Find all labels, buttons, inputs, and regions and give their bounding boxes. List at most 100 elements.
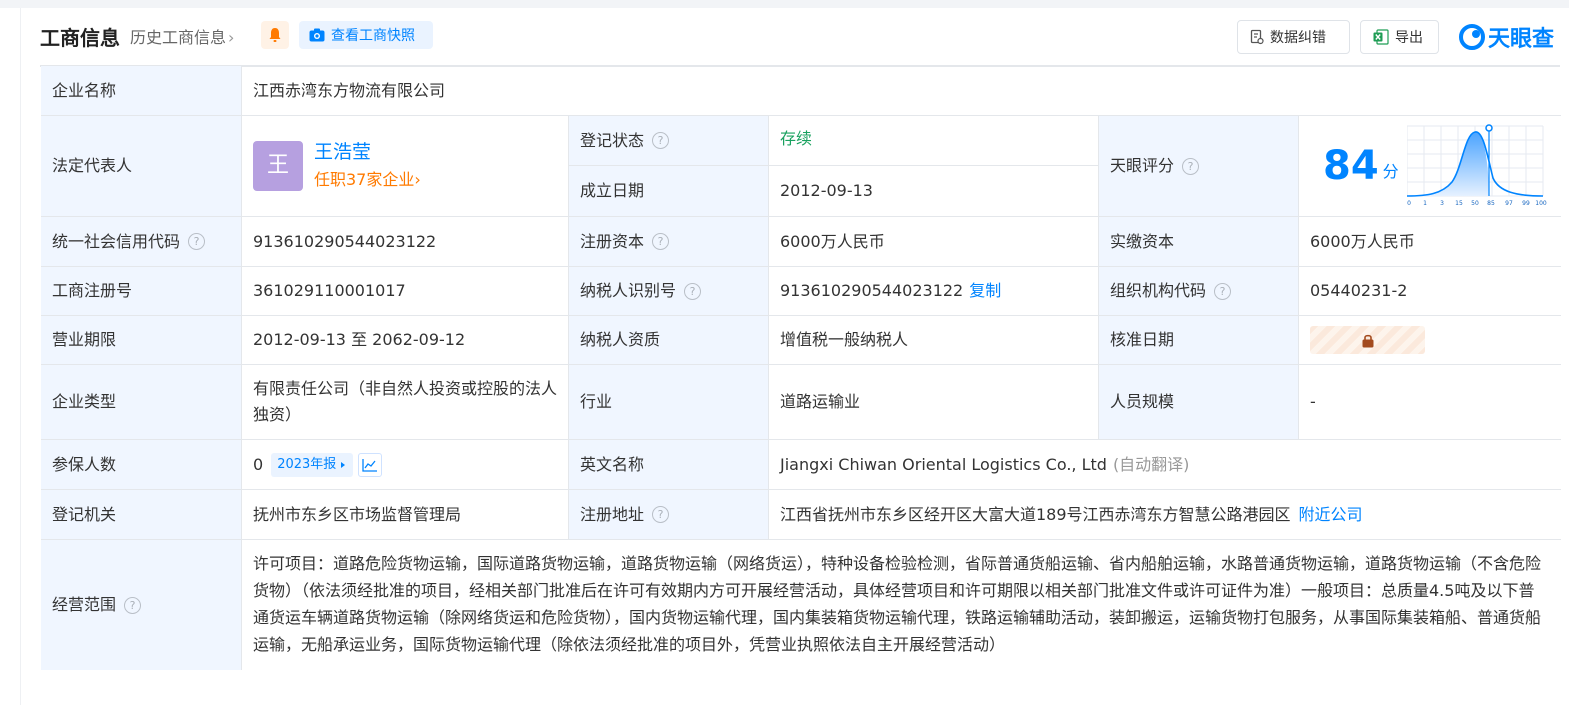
paid-capital: 6000万人民币 bbox=[1299, 217, 1561, 267]
label-paid-capital: 实缴资本 bbox=[1099, 217, 1299, 267]
lock-icon bbox=[1362, 334, 1373, 347]
help-icon[interactable]: ? bbox=[652, 233, 670, 250]
snapshot-label: 查看工商快照 bbox=[331, 28, 415, 44]
label-biz-scope: 经营范围? bbox=[41, 540, 242, 670]
score-axis-tick: 3 bbox=[1440, 200, 1444, 207]
staff-size: - bbox=[1299, 365, 1561, 440]
insured-count: 0 bbox=[253, 454, 264, 474]
label-org-code: 组织机构代码? bbox=[1099, 267, 1299, 316]
label-est-date: 成立日期 bbox=[569, 166, 769, 217]
avatar[interactable]: 王 bbox=[253, 141, 303, 191]
biz-scope: 许可项目：道路危险货物运输，国际道路货物运输，道路货物运输（网络货运），特种设备… bbox=[253, 554, 1542, 654]
credit-code: 913610290544023122 bbox=[242, 217, 569, 267]
chevron-right-icon: › bbox=[228, 28, 235, 47]
history-link-label: 历史工商信息 bbox=[130, 28, 227, 47]
score-value: 84 bbox=[1323, 143, 1379, 189]
tianyan-score-cell[interactable]: 84 分 0 1 3 15 50 85 97 99 100 bbox=[1299, 116, 1561, 217]
score-axis-tick: 100 bbox=[1535, 200, 1547, 207]
score-axis-tick: 50 bbox=[1471, 200, 1479, 207]
label-insured-count: 参保人数 bbox=[41, 440, 242, 490]
camera-icon bbox=[309, 28, 325, 42]
export-label: 导出 bbox=[1395, 30, 1423, 46]
top-divider bbox=[0, 0, 1569, 8]
help-icon[interactable]: ? bbox=[652, 506, 670, 523]
trend-chart-icon[interactable] bbox=[358, 452, 383, 477]
logo-text: 天眼查 bbox=[1488, 27, 1555, 52]
biz-reg-no: 361029110001017 bbox=[242, 267, 569, 316]
taxpayer-qual: 增值税一般纳税人 bbox=[769, 316, 1099, 365]
legal-rep-cell: 王 王浩莹 任职37家企业› bbox=[242, 116, 569, 217]
label-company-name: 企业名称 bbox=[41, 66, 242, 116]
taxpayer-id: 913610290544023122 复制 bbox=[769, 267, 1099, 316]
reg-address-cell: 江西省抚州市东乡区经开区大富大道189号江西赤湾东方智慧公路港园区 附近公司 bbox=[769, 490, 1561, 540]
help-icon[interactable]: ? bbox=[124, 596, 142, 614]
reg-status: 存续 bbox=[769, 116, 1099, 166]
label-staff-size: 人员规模 bbox=[1099, 365, 1299, 440]
score-axis-tick: 97 bbox=[1505, 200, 1513, 207]
help-icon[interactable]: ? bbox=[684, 282, 702, 300]
insured-count-cell: 0 2023年报 bbox=[242, 440, 569, 490]
label-taxpayer-qual: 纳税人资质 bbox=[569, 316, 769, 365]
score-distribution-chart: 0 1 3 15 50 85 97 99 100 bbox=[1407, 124, 1547, 207]
reg-address: 江西省抚州市东乡区经开区大富大道189号江西赤湾东方智慧公路港园区 bbox=[780, 504, 1291, 524]
caret-right-icon bbox=[341, 461, 346, 468]
score-axis-tick: 0 bbox=[1407, 200, 1411, 207]
label-company-type: 企业类型 bbox=[41, 365, 242, 440]
excel-icon bbox=[1373, 29, 1389, 45]
help-icon[interactable]: ? bbox=[1214, 282, 1232, 300]
industry: 道路运输业 bbox=[769, 365, 1099, 440]
score-unit: 分 bbox=[1382, 162, 1399, 181]
english-name-cell: Jiangxi Chiwan Oriental Logistics Co., L… bbox=[769, 440, 1561, 490]
data-fix-button[interactable]: 数据纠错 bbox=[1237, 20, 1350, 54]
label-biz-reg-no: 工商注册号 bbox=[41, 267, 242, 316]
approval-date-cell bbox=[1299, 316, 1561, 365]
label-reg-authority: 登记机关 bbox=[41, 490, 242, 540]
section-title: 工商信息 bbox=[40, 26, 120, 50]
label-tianyan-score: 天眼评分? bbox=[1099, 116, 1299, 217]
legal-rep-name[interactable]: 王浩莹 bbox=[314, 140, 421, 164]
label-reg-address: 注册地址? bbox=[569, 490, 769, 540]
score-axis-tick: 85 bbox=[1487, 200, 1495, 207]
label-approval-date: 核准日期 bbox=[1099, 316, 1299, 365]
copy-link[interactable]: 复制 bbox=[969, 279, 1001, 303]
chevron-right-icon: › bbox=[414, 170, 421, 189]
label-reg-capital: 注册资本? bbox=[569, 217, 769, 267]
history-link[interactable]: 历史工商信息 › bbox=[130, 24, 234, 48]
biz-term: 2012-09-13 至 2062-09-12 bbox=[242, 316, 569, 365]
locked-value[interactable] bbox=[1310, 326, 1425, 354]
nearby-companies-link[interactable]: 附近公司 bbox=[1299, 503, 1363, 527]
label-taxpayer-id: 纳税人识别号? bbox=[569, 267, 769, 316]
snapshot-button[interactable]: 查看工商快照 bbox=[299, 21, 433, 49]
label-credit-code: 统一社会信用代码? bbox=[41, 217, 242, 267]
auto-translate-note: (自动翻译) bbox=[1112, 454, 1190, 474]
help-icon[interactable]: ? bbox=[1182, 157, 1200, 175]
reg-authority: 抚州市东乡区市场监督管理局 bbox=[242, 490, 569, 540]
label-industry: 行业 bbox=[569, 365, 769, 440]
label-reg-status: 登记状态? bbox=[569, 116, 769, 166]
label-biz-term: 营业期限 bbox=[41, 316, 242, 365]
report-year-dropdown[interactable]: 2023年报 bbox=[271, 452, 354, 477]
reg-capital: 6000万人民币 bbox=[769, 217, 1099, 267]
legal-rep-positions[interactable]: 任职37家企业› bbox=[314, 168, 421, 192]
company-name: 江西赤湾东方物流有限公司 bbox=[242, 66, 1561, 116]
bell-icon[interactable] bbox=[261, 21, 289, 49]
label-english-name: 英文名称 bbox=[569, 440, 769, 490]
score-axis-tick: 15 bbox=[1455, 200, 1463, 207]
export-button[interactable]: 导出 bbox=[1360, 20, 1439, 54]
help-icon[interactable]: ? bbox=[652, 132, 670, 149]
edit-doc-icon bbox=[1250, 29, 1264, 45]
section-header: 工商信息 历史工商信息 › 查看工商快照 数据纠错 导出 天眼查 bbox=[40, 18, 1560, 54]
company-type: 有限责任公司（非自然人投资或控股的法人独资） bbox=[242, 365, 569, 440]
tianyancha-logo: 天眼查 bbox=[1459, 22, 1554, 52]
left-divider bbox=[20, 8, 21, 705]
est-date: 2012-09-13 bbox=[769, 166, 1099, 217]
score-axis-tick: 99 bbox=[1522, 200, 1530, 207]
logo-icon bbox=[1459, 24, 1485, 50]
data-fix-label: 数据纠错 bbox=[1270, 30, 1326, 46]
business-info-table: 企业名称 江西赤湾东方物流有限公司 法定代表人 王 王浩莹 任职37家企业› 登… bbox=[40, 65, 1561, 670]
score-axis-tick: 1 bbox=[1423, 200, 1427, 207]
english-name: Jiangxi Chiwan Oriental Logistics Co., L… bbox=[780, 454, 1107, 474]
org-code: 05440231-2 bbox=[1299, 267, 1561, 316]
label-legal-rep: 法定代表人 bbox=[41, 116, 242, 217]
help-icon[interactable]: ? bbox=[188, 233, 206, 250]
